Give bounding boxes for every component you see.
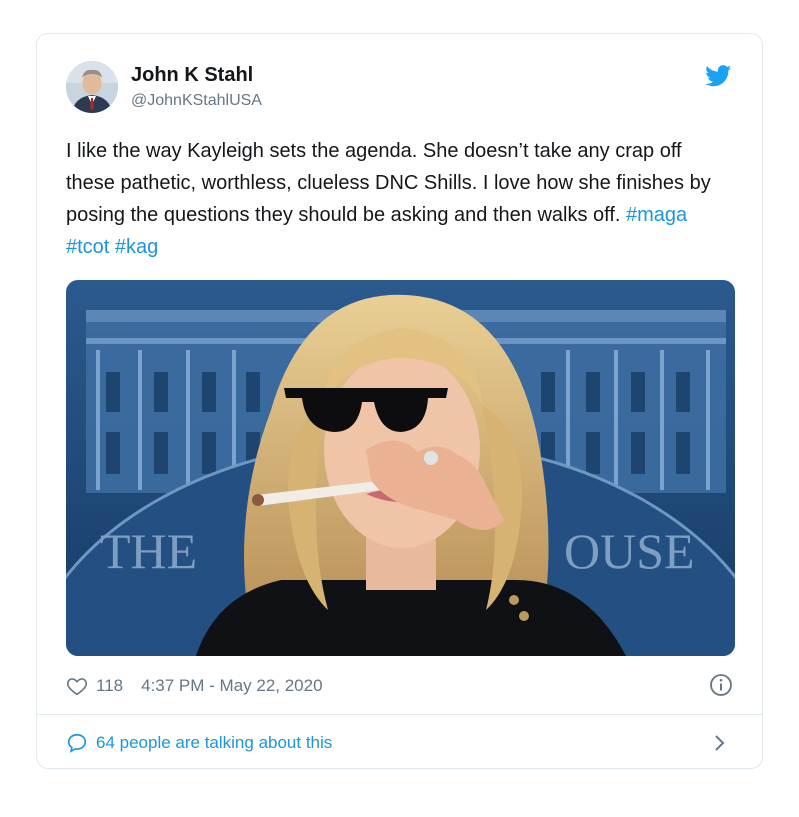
user-handle[interactable]: @JohnKStahlUSA xyxy=(131,92,262,110)
chevron-right-icon[interactable] xyxy=(713,732,727,754)
avatar-image xyxy=(66,61,118,113)
twitter-bird-icon[interactable] xyxy=(705,65,732,87)
hashtag-maga[interactable]: #maga xyxy=(626,204,687,226)
hashtag-kag[interactable]: #kag xyxy=(115,236,158,258)
press-briefing-photo: THE OUSE xyxy=(66,280,735,656)
tweet-media-image[interactable]: THE OUSE xyxy=(66,280,735,656)
conversation-link[interactable]: 64 people are talking about this xyxy=(66,729,332,757)
avatar[interactable] xyxy=(66,61,118,113)
talking-count-text[interactable]: 64 people are talking about this xyxy=(96,733,332,753)
heart-icon[interactable] xyxy=(66,675,88,697)
building-lettering-right: OUSE xyxy=(564,523,695,579)
building-lettering-left: THE xyxy=(100,523,197,579)
tweet-body: I like the way Kayleigh sets the agenda.… xyxy=(66,140,711,226)
tweet-text: I like the way Kayleigh sets the agenda.… xyxy=(66,135,736,263)
divider xyxy=(37,714,762,715)
hashtag-tcot[interactable]: #tcot xyxy=(66,236,109,258)
tweet-timestamp[interactable]: 4:37 PM - May 22, 2020 xyxy=(141,676,322,696)
speech-bubble-icon xyxy=(67,733,87,753)
display-name[interactable]: John K Stahl xyxy=(131,64,253,87)
info-icon[interactable] xyxy=(709,673,733,697)
like-count[interactable]: 118 xyxy=(96,676,123,696)
tweet-card[interactable]: John K Stahl @JohnKStahlUSA I like the w… xyxy=(36,33,763,769)
tweet-meta: 118 4:37 PM - May 22, 2020 xyxy=(66,672,323,700)
